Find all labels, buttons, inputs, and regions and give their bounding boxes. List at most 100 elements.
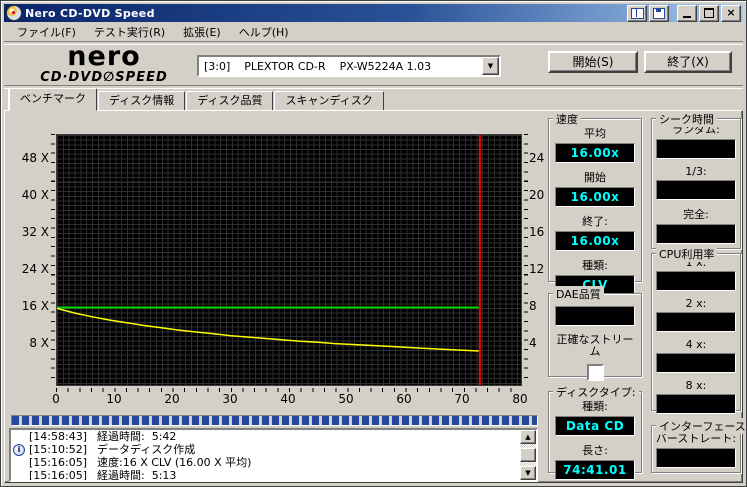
- right-axis-label: 16: [529, 225, 545, 240]
- scroll-down-button[interactable]: ▼: [520, 466, 536, 480]
- speed-start-label: 開始: [584, 171, 606, 184]
- tab-0[interactable]: ベンチマーク: [9, 88, 97, 111]
- seek-full-label: 完全:: [683, 208, 709, 221]
- arrow-up-icon: ▲: [525, 433, 531, 441]
- x-axis-label: 20: [164, 392, 180, 406]
- right-axis-label: 12: [529, 262, 545, 277]
- scroll-up-button[interactable]: ▲: [520, 430, 536, 444]
- menu-item-3[interactable]: ヘルプ(H): [230, 22, 298, 42]
- save-button[interactable]: [649, 4, 669, 22]
- x-axis-label: 40: [280, 392, 296, 406]
- right-axis-ticks: [524, 134, 528, 386]
- log-entry-2: [15:16:05] 速度:16 X CLV (16.00 X 平均): [11, 456, 520, 469]
- left-axis-label: 32 X: [21, 225, 49, 240]
- title-bar: Nero CD-DVD Speed ×: [4, 4, 743, 22]
- maximize-button[interactable]: [699, 4, 719, 22]
- series-rotation-speed: [57, 307, 480, 352]
- speed-average-value: 16.00x: [555, 143, 635, 163]
- menu-item-1[interactable]: テスト実行(R): [85, 22, 174, 42]
- benchmark-chart: [56, 134, 522, 386]
- log-message: 速度:16 X CLV (16.00 X 平均): [97, 456, 252, 469]
- log-icon-spacer: [13, 431, 25, 442]
- seek-random-value: [656, 139, 736, 159]
- left-axis-label: 8 X: [29, 336, 49, 351]
- speed-end-value: 16.00x: [555, 231, 635, 251]
- x-axis-label: 10: [106, 392, 122, 406]
- log-entry-0: [14:58:43] 経過時間: 5:42: [11, 430, 520, 443]
- log-icon-spacer: [13, 457, 25, 468]
- log-entry-3: [15:16:05] 経過時間: 5:13: [11, 469, 520, 480]
- minimize-icon: [683, 15, 691, 18]
- speed-panel: 速度 平均 16.00x 開始 16.00x 終了: 16.00x 種類: CL…: [548, 111, 642, 295]
- left-axis-label: 48 X: [21, 151, 49, 166]
- log-listbox[interactable]: [14:58:43]経過時間: 5:42[15:10:52]データディスク作成[…: [9, 428, 538, 482]
- disc-type-panel: ディスクタイプ: 種類: Data CD 長さ: 74:41.01: [548, 384, 642, 480]
- log-entry-1: [15:10:52] データディスク作成: [11, 443, 520, 456]
- interface-panel-title: インターフェース: [656, 418, 746, 434]
- burst-rate-value: [656, 448, 736, 468]
- menu-item-0[interactable]: ファイル(F): [8, 22, 85, 42]
- window-title: Nero CD-DVD Speed: [25, 6, 155, 20]
- left-axis-label: 40 X: [21, 188, 49, 203]
- cpu-4x-label: 4 x:: [685, 338, 707, 351]
- dae-quality-value: [555, 306, 635, 326]
- x-axis-label: 70: [454, 392, 470, 406]
- tab-strip: ベンチマーク ディスク情報 ディスク品質 スキャンディスク: [9, 88, 385, 111]
- log-rows: [14:58:43]経過時間: 5:42[15:10:52]データディスク作成[…: [11, 430, 520, 480]
- cpu-4x-value: [656, 353, 736, 373]
- dropdown-button[interactable]: ▼: [482, 57, 499, 75]
- arrow-down-icon: ▼: [525, 469, 531, 477]
- book-icon: [630, 7, 644, 19]
- disc-kind-value: Data CD: [555, 416, 635, 436]
- seek-third-label: 1/3:: [685, 165, 707, 178]
- disc-length-value: 74:41.01: [555, 460, 635, 480]
- scrollbar-thumb[interactable]: [520, 448, 536, 462]
- logo-text-nero: nero: [67, 41, 141, 72]
- log-message: データディスク作成: [97, 443, 196, 456]
- x-axis-label: 30: [222, 392, 238, 406]
- save-icon: [653, 7, 665, 19]
- cpu-2x-label: 2 x:: [685, 297, 707, 310]
- cpu-8x-label: 8 x:: [685, 379, 707, 392]
- interface-panel: インターフェース バーストレート:: [651, 418, 746, 473]
- close-icon: ×: [726, 6, 736, 19]
- cpu-2x-value: [656, 312, 736, 332]
- right-axis-label: 4: [529, 336, 537, 351]
- seek-panel-title: シーク時間: [656, 111, 717, 127]
- dae-quality-panel: DAE品質 正確なストリーム: [548, 286, 642, 381]
- x-axis-label: 0: [52, 392, 60, 406]
- tab-1[interactable]: ディスク情報: [98, 91, 186, 111]
- log-scrollbar[interactable]: ▲ ▼: [520, 430, 536, 480]
- minimize-button[interactable]: [677, 4, 697, 22]
- x-axis-label: 80: [512, 392, 528, 406]
- drive-selector[interactable]: [3:0] PLEXTOR CD-R PX-W5224A 1.03 ▼: [197, 55, 501, 77]
- tab-3[interactable]: スキャンディスク: [274, 91, 384, 111]
- close-button[interactable]: ×: [721, 4, 741, 22]
- speed-panel-title: 速度: [553, 111, 581, 127]
- exit-button[interactable]: 終了(X): [644, 51, 732, 73]
- x-axis-label: 50: [338, 392, 354, 406]
- speed-type-label: 種類:: [582, 259, 608, 272]
- disc-kind-label: 種類:: [582, 400, 608, 413]
- compare-button[interactable]: [627, 4, 647, 22]
- log-timestamp: [15:10:52]: [29, 443, 87, 456]
- cpu-8x-value: [656, 394, 736, 414]
- seek-time-panel: シーク時間 ランダム: 1/3: 完全:: [651, 111, 741, 249]
- menu-item-2[interactable]: 拡張(E): [174, 22, 230, 42]
- nero-logo: nero CD·DVD∅SPEED: [29, 43, 179, 84]
- right-axis-label: 8: [529, 299, 537, 314]
- app-icon: [6, 5, 22, 21]
- logo-text-cdspeed: CD·DVD∅SPEED: [40, 70, 168, 85]
- log-timestamp: [15:16:05]: [29, 456, 87, 469]
- cpu-1x-value: [656, 271, 736, 291]
- right-axis-label: 20: [529, 188, 545, 203]
- tab-2[interactable]: ディスク品質: [186, 91, 274, 111]
- start-button[interactable]: 開始(S): [548, 51, 638, 73]
- speed-average-label: 平均: [584, 127, 606, 140]
- accurate-stream-checkbox[interactable]: [586, 364, 604, 381]
- menu-bar: ファイル(F) テスト実行(R) 拡張(E) ヘルプ(H): [4, 22, 743, 41]
- x-axis-label: 60: [396, 392, 412, 406]
- seek-third-value: [656, 180, 736, 200]
- speed-end-label: 終了:: [582, 215, 608, 228]
- right-axis-label: 24: [529, 151, 545, 166]
